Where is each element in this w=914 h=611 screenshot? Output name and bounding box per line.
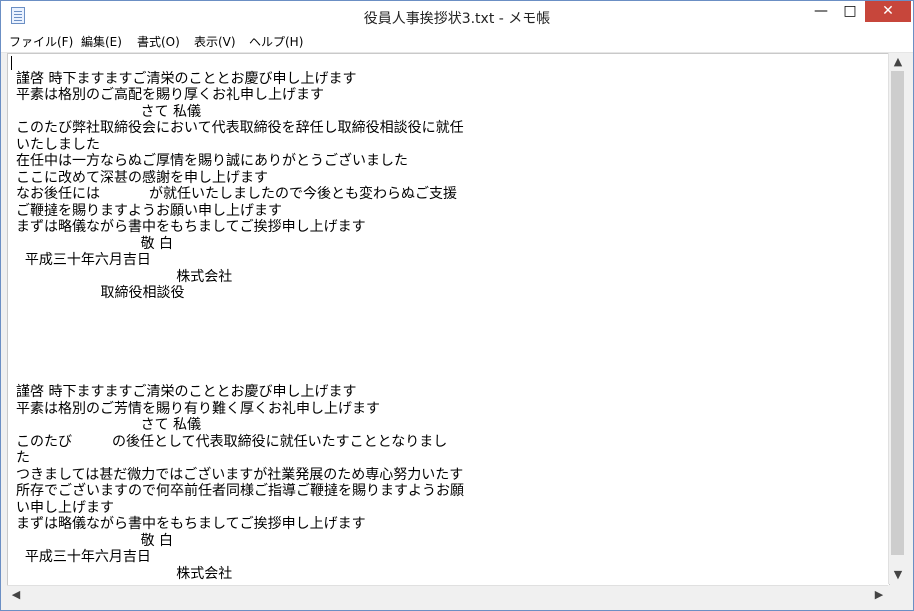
text-line	[16, 351, 464, 368]
text-line	[16, 54, 464, 71]
vertical-scrollbar[interactable]: ▲ ▼	[888, 53, 907, 584]
text-line: 株式会社	[16, 268, 233, 285]
menu-help[interactable]: ヘルプ(H)	[249, 33, 303, 50]
text-line: 平成三十年六月吉日	[16, 549, 151, 565]
window-title: 役員人事挨拶状3.txt - メモ帳	[363, 11, 551, 27]
text-line: まずは略儀ながら書中をもちましてご挨拶申し上げます	[16, 516, 366, 532]
text-line: 株式会社	[16, 565, 233, 582]
close-button[interactable]: ✕	[865, 1, 911, 22]
text-line	[16, 318, 464, 335]
text-line: い申し上げます	[16, 499, 114, 516]
document-text[interactable]: 謹啓 時下ますますご清栄のこととお慶び申し上げます 平素は格別のご高配を賜り厚くお…	[16, 54, 464, 582]
text-line: このたび の後任として代表取締役に就任いたすこととなりまし	[16, 433, 448, 450]
text-line: た	[16, 450, 30, 466]
text-line: 敬 白	[16, 532, 174, 549]
text-line: 謹啓 時下ますますご清栄のこととお慶び申し上げます	[16, 384, 357, 400]
text-line: 取締役相談役	[16, 285, 185, 301]
maximize-button[interactable]: □	[835, 1, 865, 22]
menu-bar: ファイル(F) 編集(E) 書式(O) 表示(V) ヘルプ(H)	[1, 31, 913, 53]
text-line: さて 私儀	[16, 417, 202, 433]
text-line: まずは略儀ながら書中をもちましてご挨拶申し上げます	[16, 219, 366, 235]
text-line	[16, 335, 464, 352]
text-line: 謹啓 時下ますますご清栄のこととお慶び申し上げます	[16, 70, 357, 87]
text-line: 所存でございますので何卒前任者同様ご指導ご鞭撻を賜りますようお願	[16, 483, 464, 499]
scroll-up-icon[interactable]: ▲	[889, 53, 907, 71]
vertical-scroll-thumb[interactable]	[891, 71, 904, 555]
text-line: ここに改めて深甚の感謝を申し上げます	[16, 169, 268, 186]
menu-edit[interactable]: 編集(E)	[81, 33, 122, 50]
text-line: このたび弊社取締役会において代表取締役を辞任し取締役相談役に就任	[16, 120, 464, 136]
minimize-button[interactable]: —	[807, 1, 835, 22]
title-bar[interactable]: 役員人事挨拶状3.txt - メモ帳 — □ ✕	[1, 1, 913, 31]
menu-view[interactable]: 表示(V)	[194, 33, 236, 50]
text-line: 敬 白	[16, 235, 174, 252]
text-line: 平素は格別のご芳情を賜り有り難く厚くお礼申し上げます	[16, 400, 380, 417]
horizontal-scrollbar[interactable]: ◀ ▶	[7, 585, 888, 604]
text-line: つきましては甚だ微力ではございますが社業発展のため専心努力いたす	[16, 466, 464, 483]
text-line: なお後任には が就任いたしましたので今後とも変わらぬご支援	[16, 186, 457, 202]
notepad-window: 役員人事挨拶状3.txt - メモ帳 — □ ✕ ファイル(F) 編集(E) 書…	[0, 0, 914, 611]
menu-format[interactable]: 書式(O)	[137, 33, 180, 50]
text-editor[interactable]: 謹啓 時下ますますご清栄のこととお慶び申し上げます 平素は格別のご高配を賜り厚くお…	[7, 53, 890, 586]
text-line	[16, 368, 464, 385]
scroll-down-icon[interactable]: ▼	[889, 566, 907, 584]
text-line: 在任中は一方ならぬご厚情を賜り誠にありがとうございました	[16, 153, 408, 169]
text-caret	[11, 56, 12, 70]
scrollbar-corner	[888, 585, 906, 603]
text-line: 平素は格別のご高配を賜り厚くお礼申し上げます	[16, 87, 324, 103]
text-line: ご鞭撻を賜りますようお願い申し上げます	[16, 202, 282, 219]
menu-file[interactable]: ファイル(F)	[9, 33, 73, 50]
text-line	[16, 302, 464, 319]
scroll-left-icon[interactable]: ◀	[7, 586, 25, 604]
text-line: 平成三十年六月吉日	[16, 252, 151, 268]
text-line: いたしました	[16, 136, 100, 153]
scroll-right-icon[interactable]: ▶	[870, 586, 888, 604]
text-line: さて 私儀	[16, 103, 202, 120]
